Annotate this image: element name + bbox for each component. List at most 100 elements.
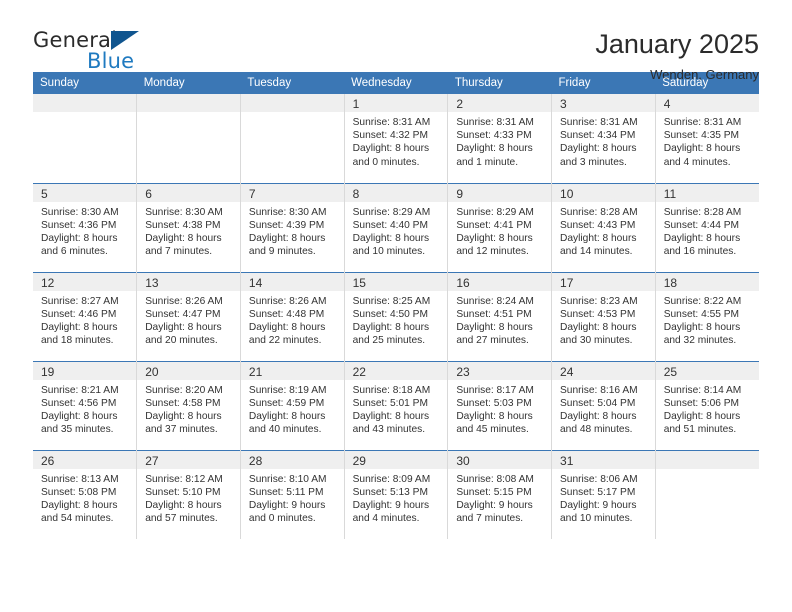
calendar-day-cell[interactable]: 24 Sunrise: 8:16 AM Sunset: 5:04 PM Dayligh… bbox=[551, 360, 656, 450]
daylight-text: Daylight: 8 hours and 4 minutes. bbox=[663, 143, 741, 168]
calendar-day-cell[interactable]: 22 Sunrise: 8:18 AM Sunset: 5:01 PM Dayligh… bbox=[343, 360, 449, 450]
calendar-day-cell[interactable]: 29 Sunrise: 8:09 AM Sunset: 5:13 PM Dayligh… bbox=[343, 449, 449, 539]
calendar-day-cell[interactable]: 8 Sunrise: 8:29 AM Sunset: 4:40 PM Daylight… bbox=[343, 182, 449, 272]
day-number: 15 bbox=[344, 272, 448, 291]
daylight-text: Daylight: 8 hours and 25 minutes. bbox=[352, 321, 430, 347]
daylight-text: Daylight: 8 hours and 35 minutes. bbox=[41, 410, 118, 436]
calendar-day-cell[interactable]: 17 Sunrise: 8:23 AM Sunset: 4:53 PM Dayligh… bbox=[551, 271, 656, 361]
sunset-text: Sunset: 4:38 PM bbox=[145, 219, 221, 231]
daylight-text: Daylight: 9 hours and 10 minutes. bbox=[560, 499, 637, 525]
calendar-day-cell[interactable]: 23 Sunrise: 8:17 AM Sunset: 5:03 PM Dayligh… bbox=[447, 360, 553, 450]
daylight-text: Daylight: 8 hours and 12 minutes. bbox=[456, 232, 533, 258]
day-details: Sunrise: 8:23 AM Sunset: 4:53 PM Daylight:… bbox=[552, 291, 655, 348]
calendar-day-cell[interactable]: 21 Sunrise: 8:19 AM Sunset: 4:59 PM Dayligh… bbox=[239, 360, 345, 450]
sunset-text: Sunset: 4:46 PM bbox=[41, 308, 117, 320]
day-number: 18 bbox=[655, 272, 759, 291]
daylight-text: Daylight: 9 hours and 7 minutes. bbox=[456, 499, 533, 525]
daylight-text: Daylight: 8 hours and 10 minutes. bbox=[352, 232, 430, 258]
day-details: Sunrise: 8:13 AM Sunset: 5:08 PM Daylight:… bbox=[33, 469, 136, 526]
sunrise-text: Sunrise: 8:27 AM bbox=[41, 295, 119, 307]
daylight-text: Daylight: 9 hours and 4 minutes. bbox=[352, 499, 430, 525]
calendar-day-cell[interactable]: 3 Sunrise: 8:31 AM Sunset: 4:34 PM Daylight… bbox=[551, 94, 656, 183]
calendar-day-cell[interactable]: 31 Sunrise: 8:06 AM Sunset: 5:17 PM Dayligh… bbox=[551, 449, 656, 539]
sunrise-text: Sunrise: 8:09 AM bbox=[352, 473, 431, 485]
calendar-day-cell[interactable]: 6 Sunrise: 8:30 AM Sunset: 4:38 PM Daylight… bbox=[136, 182, 241, 272]
day-number: 2 bbox=[448, 94, 552, 112]
calendar-day-cell[interactable]: 10 Sunrise: 8:28 AM Sunset: 4:43 PM Dayligh… bbox=[551, 182, 656, 272]
weekday-header-tuesday: Tuesday bbox=[240, 72, 345, 94]
sunset-text: Sunset: 4:36 PM bbox=[41, 219, 117, 231]
calendar-day-cell[interactable]: 14 Sunrise: 8:26 AM Sunset: 4:48 PM Dayligh… bbox=[239, 271, 345, 361]
calendar-day-cell[interactable]: 27 Sunrise: 8:12 AM Sunset: 5:10 PM Dayligh… bbox=[136, 449, 241, 539]
sunrise-text: Sunrise: 8:10 AM bbox=[248, 473, 327, 485]
day-details: Sunrise: 8:31 AM Sunset: 4:34 PM Daylight:… bbox=[552, 112, 655, 169]
day-number: 31 bbox=[552, 450, 655, 469]
calendar-day-cell[interactable]: 9 Sunrise: 8:29 AM Sunset: 4:41 PM Daylight… bbox=[447, 182, 553, 272]
calendar-day-cell[interactable]: 18 Sunrise: 8:22 AM Sunset: 4:55 PM Dayligh… bbox=[654, 271, 759, 361]
sunset-text: Sunset: 5:17 PM bbox=[560, 486, 636, 498]
day-number: 12 bbox=[33, 272, 137, 291]
calendar-day-cell[interactable]: 26 Sunrise: 8:13 AM Sunset: 5:08 PM Dayligh… bbox=[33, 449, 138, 539]
sunset-text: Sunset: 4:35 PM bbox=[663, 130, 740, 142]
sunrise-text: Sunrise: 8:18 AM bbox=[352, 384, 431, 396]
calendar-day-cell[interactable]: 15 Sunrise: 8:25 AM Sunset: 4:50 PM Dayligh… bbox=[343, 271, 449, 361]
calendar-day-cell[interactable]: 28 Sunrise: 8:10 AM Sunset: 5:11 PM Dayligh… bbox=[239, 449, 345, 539]
sunrise-text: Sunrise: 8:30 AM bbox=[41, 206, 119, 218]
calendar-day-cell[interactable]: 30 Sunrise: 8:08 AM Sunset: 5:15 PM Dayligh… bbox=[447, 449, 553, 539]
daylight-text: Daylight: 8 hours and 45 minutes. bbox=[456, 410, 533, 436]
day-number: 26 bbox=[33, 450, 137, 469]
sunset-text: Sunset: 4:44 PM bbox=[663, 219, 740, 231]
daylight-text: Daylight: 8 hours and 37 minutes. bbox=[145, 410, 222, 436]
day-number bbox=[137, 94, 240, 112]
sunset-text: Sunset: 5:13 PM bbox=[352, 486, 428, 498]
calendar-day-cell[interactable]: 5 Sunrise: 8:30 AM Sunset: 4:36 PM Daylight… bbox=[33, 182, 138, 272]
daylight-text: Daylight: 8 hours and 32 minutes. bbox=[663, 321, 741, 347]
calendar-day-cell[interactable]: 12 Sunrise: 8:27 AM Sunset: 4:46 PM Dayligh… bbox=[33, 271, 138, 361]
day-details: Sunrise: 8:26 AM Sunset: 4:47 PM Daylight:… bbox=[137, 291, 240, 348]
calendar-day-cell[interactable]: 4 Sunrise: 8:31 AM Sunset: 4:35 PM Daylight… bbox=[654, 94, 759, 183]
calendar-week-row: 1 Sunrise: 8:31 AM Sunset: 4:32 PM Daylight… bbox=[33, 94, 759, 183]
calendar-day-cell[interactable]: 11 Sunrise: 8:28 AM Sunset: 4:44 PM Dayligh… bbox=[654, 182, 759, 272]
sunset-text: Sunset: 4:41 PM bbox=[456, 219, 532, 231]
sunset-text: Sunset: 5:08 PM bbox=[41, 486, 117, 498]
calendar-day-cell[interactable]: 19 Sunrise: 8:21 AM Sunset: 4:56 PM Dayligh… bbox=[33, 360, 138, 450]
calendar-day-cell[interactable]: 2 Sunrise: 8:31 AM Sunset: 4:33 PM Daylight… bbox=[447, 94, 553, 183]
sunset-text: Sunset: 4:51 PM bbox=[456, 308, 532, 320]
calendar-day-cell[interactable]: 20 Sunrise: 8:20 AM Sunset: 4:58 PM Dayligh… bbox=[136, 360, 241, 450]
day-number: 24 bbox=[552, 361, 655, 380]
calendar-day-cell[interactable]: 25 Sunrise: 8:14 AM Sunset: 5:06 PM Dayligh… bbox=[654, 360, 759, 450]
day-details: Sunrise: 8:27 AM Sunset: 4:46 PM Daylight:… bbox=[33, 291, 136, 348]
sunset-text: Sunset: 4:40 PM bbox=[352, 219, 428, 231]
day-number: 23 bbox=[448, 361, 552, 380]
day-details: Sunrise: 8:24 AM Sunset: 4:51 PM Daylight:… bbox=[448, 291, 551, 348]
day-number: 10 bbox=[552, 183, 655, 202]
day-details: Sunrise: 8:29 AM Sunset: 4:40 PM Daylight:… bbox=[345, 202, 448, 259]
sunset-text: Sunset: 4:48 PM bbox=[248, 308, 325, 320]
sunset-text: Sunset: 5:10 PM bbox=[145, 486, 221, 498]
sunset-text: Sunset: 5:06 PM bbox=[663, 397, 740, 409]
day-number: 25 bbox=[655, 361, 759, 380]
daylight-text: Daylight: 8 hours and 51 minutes. bbox=[663, 410, 741, 436]
calendar-day-cell[interactable]: 1 Sunrise: 8:31 AM Sunset: 4:32 PM Daylight… bbox=[343, 94, 449, 183]
sunrise-text: Sunrise: 8:13 AM bbox=[41, 473, 119, 485]
calendar-week-row: 19 Sunrise: 8:21 AM Sunset: 4:56 PM Dayligh… bbox=[33, 360, 759, 450]
sunrise-text: Sunrise: 8:25 AM bbox=[352, 295, 431, 307]
calendar-day-cell[interactable]: 13 Sunrise: 8:26 AM Sunset: 4:47 PM Dayligh… bbox=[136, 271, 241, 361]
daylight-text: Daylight: 8 hours and 54 minutes. bbox=[41, 499, 118, 525]
day-number: 9 bbox=[448, 183, 552, 202]
day-number: 8 bbox=[344, 183, 448, 202]
day-number: 20 bbox=[137, 361, 240, 380]
sunrise-text: Sunrise: 8:14 AM bbox=[663, 384, 742, 396]
day-number: 16 bbox=[448, 272, 552, 291]
sunrise-text: Sunrise: 8:31 AM bbox=[560, 117, 638, 128]
calendar-day-cell[interactable]: 16 Sunrise: 8:24 AM Sunset: 4:51 PM Dayligh… bbox=[447, 271, 553, 361]
day-details: Sunrise: 8:18 AM Sunset: 5:01 PM Daylight:… bbox=[345, 380, 448, 437]
sunset-text: Sunset: 5:11 PM bbox=[248, 486, 324, 498]
sunset-text: Sunset: 5:04 PM bbox=[560, 397, 636, 409]
sunrise-text: Sunrise: 8:31 AM bbox=[352, 117, 431, 128]
day-details: Sunrise: 8:31 AM Sunset: 4:32 PM Daylight:… bbox=[345, 112, 448, 169]
sunrise-text: Sunrise: 8:23 AM bbox=[560, 295, 638, 307]
day-number: 27 bbox=[137, 450, 240, 469]
calendar-day-cell[interactable]: 7 Sunrise: 8:30 AM Sunset: 4:39 PM Daylight… bbox=[239, 182, 345, 272]
sunset-text: Sunset: 4:33 PM bbox=[456, 130, 532, 142]
